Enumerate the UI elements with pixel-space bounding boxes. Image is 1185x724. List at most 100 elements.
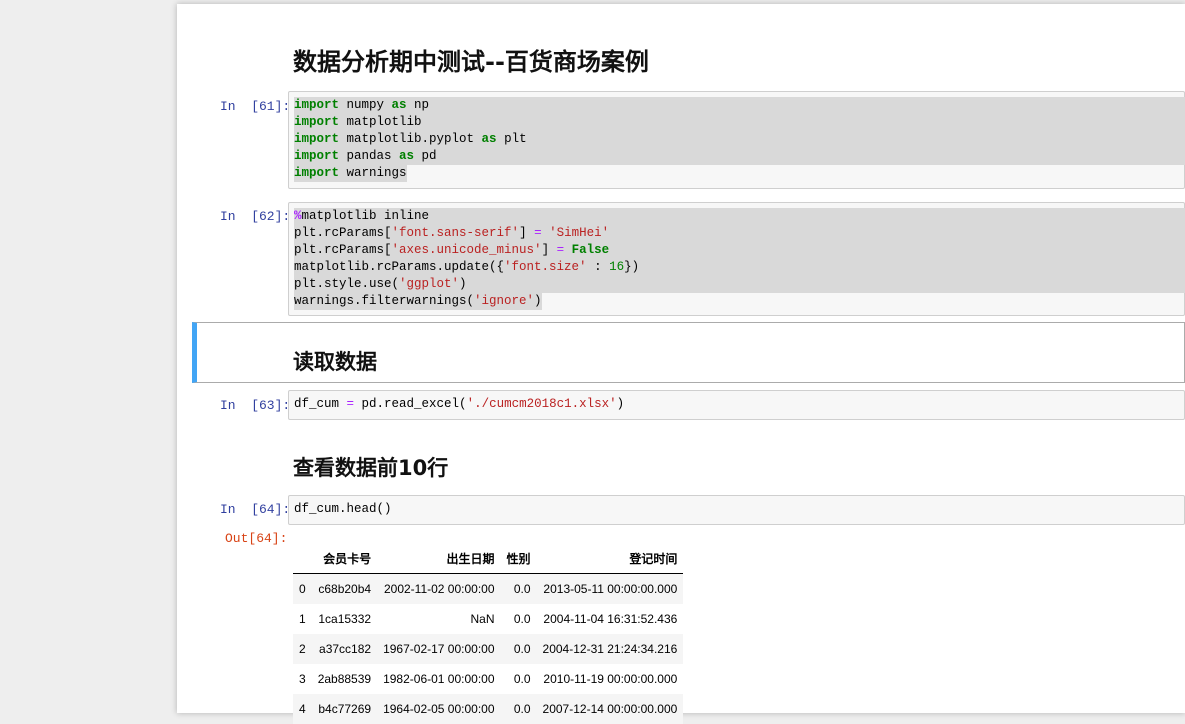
heading-read-data: 读取数据 — [293, 350, 377, 374]
code-token: as — [481, 132, 497, 146]
code-token: = — [534, 226, 542, 240]
code-token: 'font.size' — [504, 260, 587, 274]
code-token: % — [294, 209, 302, 223]
table-cell: 1964-02-05 00:00:00 — [383, 702, 495, 716]
code-line: matplotlib.rcParams.update({'font.size' … — [294, 259, 1185, 276]
code-token: 'ggplot' — [399, 277, 460, 291]
table-cell: 1ca15332 — [318, 612, 372, 626]
code-token: matplotlib — [339, 115, 422, 129]
code-token: warnings.filterwarnings( — [294, 294, 475, 308]
code-token: = — [346, 397, 355, 411]
table-cell: 2007-12-14 00:00:00.000 — [542, 702, 678, 716]
row-index: 3 — [299, 672, 306, 686]
code-token: pandas — [339, 149, 400, 163]
code-token: plt.rcParams[ — [294, 243, 392, 257]
table-cell: c68b20b4 — [318, 582, 372, 596]
table-cell: 2004-11-04 16:31:52.436 — [543, 612, 678, 626]
row-index: 2 — [299, 642, 306, 656]
code-token: plt.rcParams[ — [294, 226, 392, 240]
table-cell: 0.0 — [513, 582, 531, 596]
table-cell: 2010-11-19 00:00:00.000 — [543, 672, 678, 686]
table-header-row: 会员卡号 出生日期 性别 登记时间 — [293, 543, 684, 574]
code-token: ) — [534, 294, 542, 308]
code-cell-head[interactable]: df_cum.head() — [288, 495, 1185, 525]
column-header: 出生日期 — [377, 543, 501, 574]
code-token: numpy — [339, 98, 392, 112]
code-cell-config[interactable]: %matplotlib inline plt.rcParams['font.san… — [288, 202, 1185, 316]
table-cell: a37cc182 — [319, 642, 372, 656]
column-header — [293, 543, 312, 574]
table-cell: 0.0 — [513, 672, 531, 686]
table-cell: 0.0 — [513, 612, 531, 626]
input-prompt-64: In [64]: — [220, 502, 291, 517]
code-token: matplotlib.rcParams.update({ — [294, 260, 505, 274]
column-header: 登记时间 — [536, 543, 684, 574]
code-line: plt.style.use('ggplot') — [294, 276, 1185, 293]
notebook-container: 数据分析期中测试--百货商场案例 In [61]: import numpy a… — [177, 4, 1185, 724]
code-token: import — [294, 132, 340, 146]
code-token: as — [399, 149, 415, 163]
heading-view-first-rows: 查看数据前10行 — [293, 456, 449, 480]
code-line: warnings.filterwarnings('ignore') — [294, 293, 542, 310]
input-prompt-62: In [62]: — [220, 209, 291, 224]
code-cell-imports[interactable]: import numpy as np import matplotlib impor… — [288, 91, 1185, 189]
code-line: df_cum.head() — [294, 501, 1184, 518]
row-index: 1 — [299, 612, 306, 626]
code-line: df_cum = pd.read_excel('./cumcm2018c1.xl… — [294, 396, 1184, 413]
code-token: 'ignore' — [474, 294, 535, 308]
table-cell: 2013-05-11 00:00:00.000 — [543, 582, 678, 596]
code-token: plt — [496, 132, 527, 146]
code-token: : — [586, 260, 610, 274]
output-prompt-64: Out[64]: — [225, 531, 288, 546]
code-token: 'axes.unicode_minus' — [391, 243, 542, 257]
table-row: 1 1ca15332 NaN 0.0 2004-11-04 16:31:52.436 — [293, 604, 683, 634]
code-token: matplotlib inline — [301, 209, 430, 223]
code-token: matplotlib.pyplot — [339, 132, 482, 146]
code-token: './cumcm2018c1.xlsx' — [466, 397, 617, 411]
column-header: 性别 — [500, 543, 537, 574]
column-header: 会员卡号 — [311, 543, 378, 574]
table-cell: 0.0 — [513, 702, 531, 716]
table-cell: NaN — [470, 612, 495, 626]
code-line: import matplotlib — [294, 114, 1185, 131]
dataframe-output: 会员卡号 出生日期 性别 登记时间 0 c68b20b4 2002-11-02 00:00… — [293, 543, 684, 724]
table-row: 3 2ab88539 1982-06-01 00:00:00 0.0 2010-11-1… — [293, 664, 683, 694]
code-line: plt.rcParams['font.sans-serif'] = 'SimHe… — [294, 225, 1185, 242]
table-cell: 2002-11-02 00:00:00 — [383, 582, 495, 596]
input-prompt-63: In [63]: — [220, 398, 291, 413]
table-cell: b4c77269 — [318, 702, 372, 716]
code-line: import numpy as np — [294, 97, 1185, 114]
code-token: = — [556, 243, 565, 257]
code-line: import warnings — [294, 165, 407, 182]
row-index: 4 — [299, 702, 306, 716]
code-token: np — [406, 98, 430, 112]
code-token: plt.style.use( — [294, 277, 400, 291]
table-row: 2 a37cc182 1967-02-17 00:00:00 0.0 2004-12-3… — [293, 634, 684, 664]
code-token: pd.read_excel( — [354, 397, 467, 411]
code-token: as — [391, 98, 407, 112]
table-cell: 0.0 — [513, 642, 531, 656]
code-token: df_cum — [294, 397, 347, 411]
code-token: 'SimHei' — [549, 226, 610, 240]
code-cell-read-excel[interactable]: df_cum = pd.read_excel('./cumcm2018c1.xl… — [288, 390, 1185, 420]
code-token: 16 — [609, 260, 625, 274]
code-token: ] — [519, 226, 535, 240]
code-token: False — [571, 243, 610, 257]
notebook-title: 数据分析期中测试--百货商场案例 — [293, 48, 649, 76]
code-token: df_cum.head() — [294, 502, 392, 516]
code-token: pd — [414, 149, 437, 163]
code-token: 'font.sans-serif' — [391, 226, 520, 240]
code-token: import — [294, 98, 340, 112]
code-token: ] — [541, 243, 557, 257]
table-cell: 1967-02-17 00:00:00 — [383, 642, 495, 656]
table-row: 0 c68b20b4 2002-11-02 00:00:00 0.0 2013-05-1… — [293, 573, 684, 604]
code-line: import matplotlib.pyplot as plt — [294, 131, 1185, 148]
table-cell: 1982-06-01 00:00:00 — [383, 672, 495, 686]
row-index: 0 — [299, 582, 306, 596]
table-cell: 2004-12-31 21:24:34.216 — [542, 642, 678, 656]
code-line: import pandas as pd — [294, 148, 1185, 165]
code-line: plt.rcParams['axes.unicode_minus'] = Fal… — [294, 242, 1185, 259]
code-line: %matplotlib inline — [294, 208, 1185, 225]
code-token: ) — [616, 397, 625, 411]
